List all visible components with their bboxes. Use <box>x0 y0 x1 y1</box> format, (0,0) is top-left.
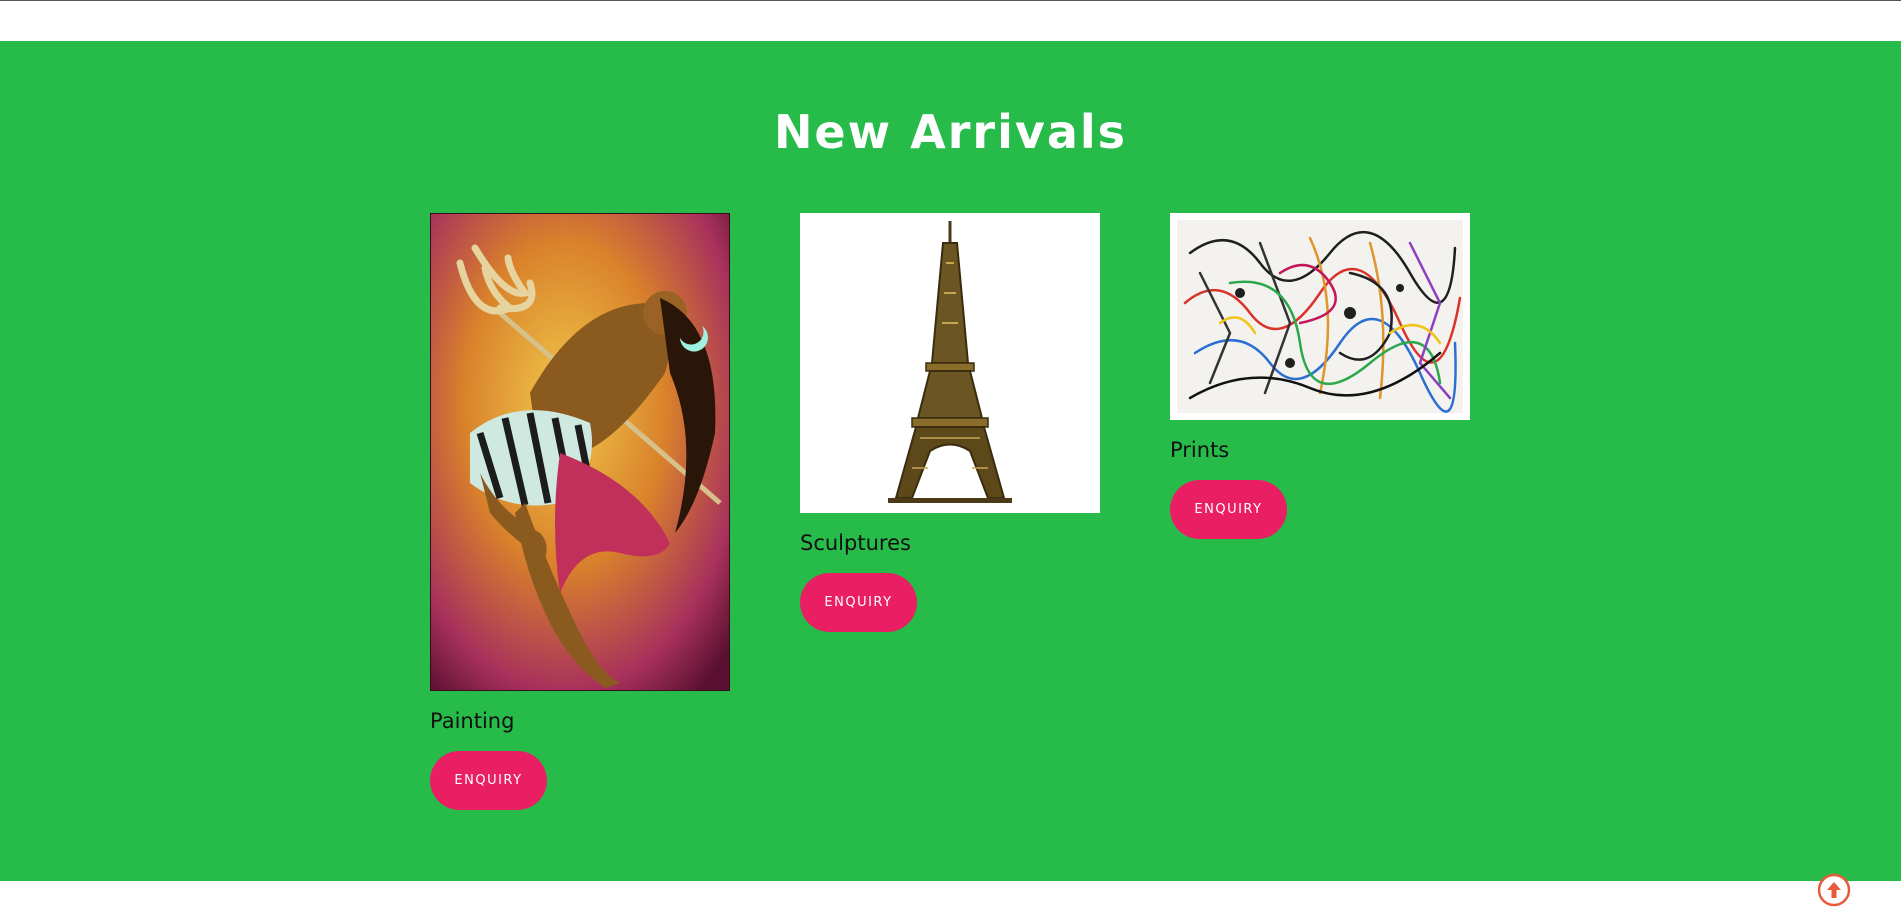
scroll-to-top-button[interactable] <box>1817 873 1851 907</box>
product-card-sculptures: Sculptures ENQUIRY <box>800 213 1100 633</box>
product-card-prints: Prints ENQUIRY <box>1170 213 1470 540</box>
enquiry-button-painting[interactable]: ENQUIRY <box>430 751 547 811</box>
top-divider <box>0 0 1901 1</box>
print-artwork <box>1170 213 1470 420</box>
painting-artwork <box>430 213 730 691</box>
enquiry-button-prints[interactable]: ENQUIRY <box>1170 480 1287 540</box>
eiffel-tower-image[interactable] <box>800 213 1100 513</box>
painting-image[interactable] <box>430 213 730 691</box>
new-arrivals-section: New Arrivals Painting ENQUIRY Sculptures… <box>0 41 1901 881</box>
enquiry-button-sculptures[interactable]: ENQUIRY <box>800 573 917 633</box>
sculpture-artwork <box>800 213 1100 513</box>
product-label[interactable]: Prints <box>1170 438 1470 463</box>
product-card-painting: Painting ENQUIRY <box>430 213 730 811</box>
section-title: New Arrivals <box>773 105 1128 159</box>
product-label[interactable]: Painting <box>430 709 730 734</box>
abstract-print-image[interactable] <box>1170 213 1470 420</box>
arrow-up-circle-icon <box>1817 873 1851 907</box>
product-label[interactable]: Sculptures <box>800 531 1100 556</box>
